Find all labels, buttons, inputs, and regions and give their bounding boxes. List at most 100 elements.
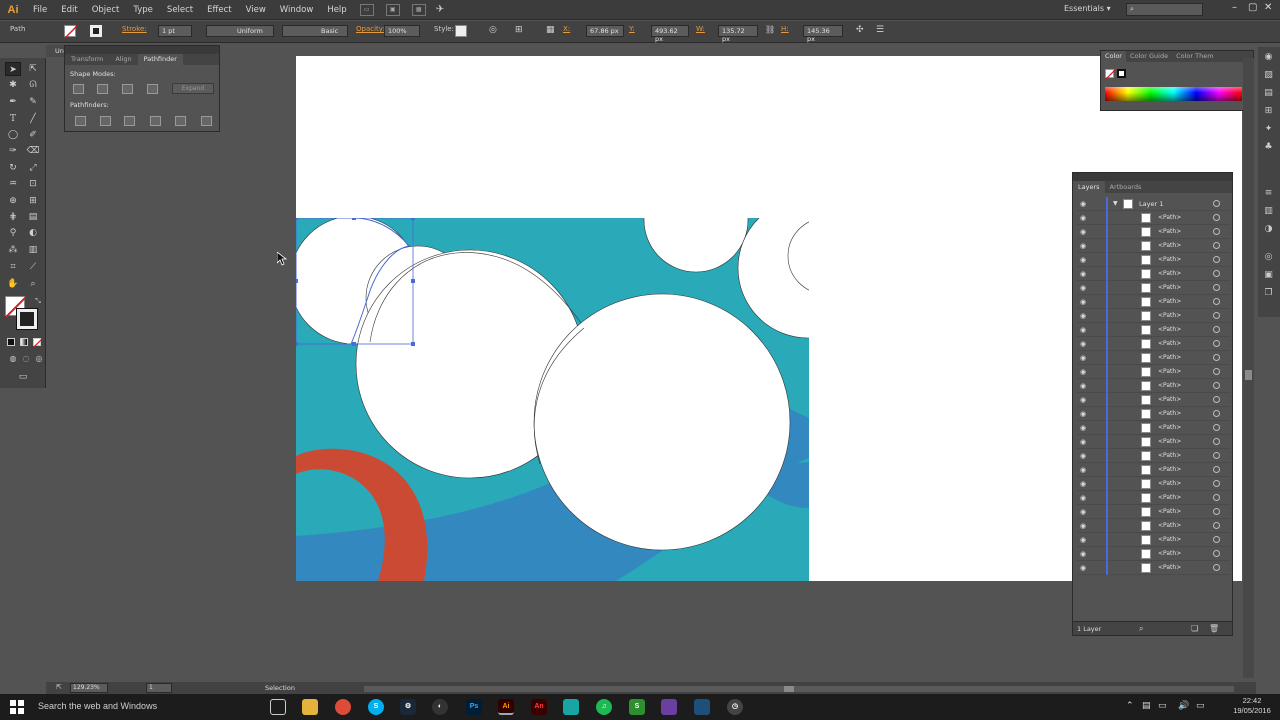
- mesh-tool-icon[interactable]: ⋕: [5, 210, 21, 224]
- layer-row-path[interactable]: ◉ <Path>: [1077, 449, 1230, 463]
- shaper-tool-icon[interactable]: ✑: [5, 144, 21, 158]
- target-circle-icon[interactable]: [1213, 508, 1220, 515]
- artboard-navigation-field[interactable]: 1: [146, 683, 172, 693]
- target-circle-icon[interactable]: [1213, 326, 1220, 333]
- tab-transform[interactable]: Transform: [65, 54, 109, 65]
- locate-object-icon[interactable]: ⌕: [1139, 624, 1143, 634]
- menu-object[interactable]: Object: [85, 0, 127, 20]
- appearance-icon[interactable]: ◎: [1262, 251, 1275, 263]
- stroke-profile-select[interactable]: Uniform: [206, 25, 274, 37]
- tab-pathfinder[interactable]: Pathfinder: [137, 54, 183, 65]
- layer-row-path[interactable]: ◉ <Path>: [1077, 547, 1230, 561]
- visibility-eye-icon[interactable]: ◉: [1080, 242, 1086, 250]
- target-circle-icon[interactable]: [1213, 564, 1220, 571]
- circle-large-right[interactable]: [533, 293, 791, 551]
- document-tab[interactable]: Un: [46, 45, 64, 57]
- stroke-swatch[interactable]: [90, 25, 102, 37]
- cc-libraries-icon[interactable]: ▤: [1262, 87, 1275, 99]
- brushes-icon[interactable]: ✦: [1262, 123, 1275, 135]
- target-circle-icon[interactable]: [1213, 270, 1220, 277]
- tab-layers[interactable]: Layers: [1073, 181, 1105, 193]
- visibility-eye-icon[interactable]: ◉: [1080, 270, 1086, 278]
- target-circle-icon[interactable]: [1213, 480, 1220, 487]
- layer-row-path[interactable]: ◉ <Path>: [1077, 505, 1230, 519]
- trim-button[interactable]: [100, 116, 111, 126]
- color-spectrum[interactable]: [1105, 87, 1242, 101]
- transparency-icon[interactable]: ◑: [1262, 223, 1275, 235]
- vertical-scroll-thumb[interactable]: [1245, 370, 1252, 380]
- photoshop-icon[interactable]: Ps: [466, 699, 482, 715]
- layer-row-layer-1[interactable]: ◉ ▼ Layer 1: [1077, 197, 1230, 211]
- target-circle-icon[interactable]: [1213, 536, 1220, 543]
- y-field[interactable]: 493.62 px: [651, 25, 689, 43]
- notification-icon[interactable]: ▭: [1196, 701, 1205, 711]
- isolate-icon[interactable]: ✣: [856, 25, 864, 35]
- target-circle-icon[interactable]: [1213, 438, 1220, 445]
- graphic-style-swatch[interactable]: [455, 25, 467, 37]
- none-mode-icon[interactable]: [33, 338, 43, 348]
- menu-effect[interactable]: Effect: [200, 0, 238, 20]
- free-transform-tool-icon[interactable]: ⊡: [25, 177, 41, 191]
- layer-row-path[interactable]: ◉ <Path>: [1077, 295, 1230, 309]
- hand-tool-icon[interactable]: ✋: [5, 277, 21, 291]
- layer-row-path[interactable]: ◉ <Path>: [1077, 365, 1230, 379]
- expand-button[interactable]: Expand: [172, 83, 214, 94]
- visibility-eye-icon[interactable]: ◉: [1080, 298, 1086, 306]
- color-mode-icon[interactable]: [7, 338, 15, 346]
- unite-button[interactable]: [73, 84, 84, 94]
- visibility-eye-icon[interactable]: ◉: [1080, 536, 1086, 544]
- layer-row-path[interactable]: ◉ <Path>: [1077, 421, 1230, 435]
- visibility-eye-icon[interactable]: ◉: [1080, 214, 1086, 222]
- zoom-tool-icon[interactable]: ⌕: [25, 277, 41, 291]
- visibility-eye-icon[interactable]: ◉: [1080, 312, 1086, 320]
- visibility-eye-icon[interactable]: ◉: [1080, 326, 1086, 334]
- rotate-tool-icon[interactable]: ↻: [5, 161, 21, 175]
- layer-row-path[interactable]: ◉ <Path>: [1077, 561, 1230, 575]
- task-view-icon[interactable]: [270, 699, 286, 715]
- h-field[interactable]: 145.36 px: [803, 25, 843, 43]
- eyedropper-tool-icon[interactable]: ⚲: [5, 226, 21, 240]
- layer-row-path[interactable]: ◉ <Path>: [1077, 463, 1230, 477]
- arrange-documents-icon[interactable]: ▦: [411, 3, 426, 16]
- steam-icon[interactable]: ⚙: [400, 699, 416, 715]
- horizontal-scrollbar[interactable]: [364, 686, 1234, 692]
- target-circle-icon[interactable]: [1213, 214, 1220, 221]
- visibility-eye-icon[interactable]: ◉: [1080, 396, 1086, 404]
- menu-help[interactable]: Help: [320, 0, 353, 20]
- stock-icon[interactable]: ▣: [385, 3, 400, 16]
- tab-align[interactable]: Align: [109, 54, 137, 65]
- target-circle-icon[interactable]: [1213, 452, 1220, 459]
- layer-row-path[interactable]: ◉ <Path>: [1077, 337, 1230, 351]
- layer-row-path[interactable]: ◉ <Path>: [1077, 379, 1230, 393]
- target-circle-icon[interactable]: [1213, 200, 1220, 207]
- artboard-tool-icon[interactable]: ⌗: [5, 260, 21, 274]
- stroke-color-swatch[interactable]: [16, 308, 38, 330]
- fill-swatch[interactable]: [64, 25, 78, 39]
- taskbar-clock[interactable]: 22:42 19/05/2016: [1230, 696, 1274, 716]
- target-circle-icon[interactable]: [1213, 410, 1220, 417]
- divide-button[interactable]: [75, 116, 86, 126]
- app-icon-dial[interactable]: ◷: [727, 699, 743, 715]
- draw-inside-icon[interactable]: ◎: [31, 352, 47, 366]
- column-graph-tool-icon[interactable]: ▥: [25, 243, 41, 257]
- scale-tool-icon[interactable]: ⤢: [25, 161, 41, 175]
- blend-tool-icon[interactable]: ◐: [25, 226, 41, 240]
- menu-type[interactable]: Type: [126, 0, 160, 20]
- target-circle-icon[interactable]: [1213, 242, 1220, 249]
- gpu-performance-icon[interactable]: ✈: [436, 4, 444, 15]
- reference-point-icon[interactable]: ▦: [546, 25, 555, 35]
- delete-layer-icon[interactable]: 🗑: [1209, 624, 1219, 633]
- layer-row-path[interactable]: ◉ <Path>: [1077, 519, 1230, 533]
- app-icon-green[interactable]: S: [629, 699, 645, 715]
- network-icon[interactable]: ▭: [1158, 701, 1167, 711]
- visibility-eye-icon[interactable]: ◉: [1080, 382, 1086, 390]
- new-layer-icon[interactable]: ❏: [1191, 624, 1198, 633]
- visibility-eye-icon[interactable]: ◉: [1080, 368, 1086, 376]
- chrome-icon[interactable]: [335, 699, 351, 715]
- paintbrush-tool-icon[interactable]: ✐: [25, 128, 41, 142]
- magic-wand-tool-icon[interactable]: ✱: [5, 78, 21, 92]
- layer-row-path[interactable]: ◉ <Path>: [1077, 407, 1230, 421]
- file-explorer-icon[interactable]: [302, 699, 318, 715]
- visibility-eye-icon[interactable]: ◉: [1080, 564, 1086, 572]
- gradient-mode-icon[interactable]: [20, 338, 28, 346]
